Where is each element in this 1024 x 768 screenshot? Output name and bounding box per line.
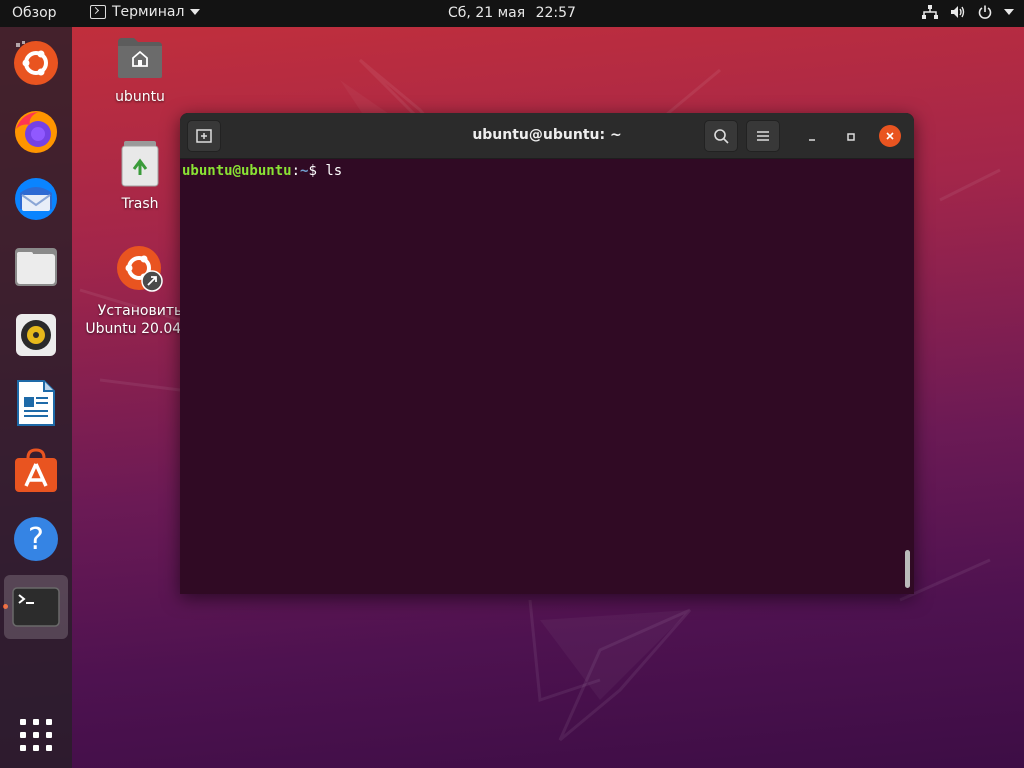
power-icon[interactable] [978,5,992,19]
hamburger-menu-icon [757,131,769,141]
maximize-button[interactable] [839,127,863,147]
terminal-scrollbar[interactable] [905,550,910,588]
svg-text:?: ? [28,522,44,557]
network-icon[interactable] [922,5,938,19]
terminal-command: ls [325,163,343,179]
system-tray[interactable] [922,5,1014,19]
dock-thunderbird[interactable] [8,171,64,227]
search-icon [714,129,729,144]
home-folder-icon [118,38,162,78]
close-button[interactable] [879,125,901,147]
prompt-symbol: $ [308,163,326,179]
dock-help[interactable]: ? [8,511,64,567]
menu-button[interactable] [746,120,780,152]
clock-time: 22:57 [535,5,576,21]
prompt-user: ubuntu@ubuntu [182,163,292,179]
terminal-line: ubuntu@ubuntu:~$ ls [182,163,912,179]
dock-firefox[interactable] [8,103,64,159]
thunderbird-icon [15,178,57,220]
dock-terminal[interactable] [4,575,68,639]
writer-icon [17,380,55,426]
dock: ? [0,27,72,768]
terminal-window[interactable]: ubuntu@ubuntu: ~ ubuntu@ubuntu:~$ ls [180,113,914,594]
dock-show-applications[interactable] [8,707,64,763]
terminal-icon [12,587,60,627]
home-folder-label: ubuntu [115,89,165,105]
rhythmbox-icon [16,314,56,356]
firefox-icon [15,111,57,153]
dock-rhythmbox[interactable] [8,307,64,363]
maximize-icon [847,133,855,141]
help-icon: ? [14,517,58,561]
ubuntu-install-icon [14,41,58,85]
terminal-titlebar[interactable]: ubuntu@ubuntu: ~ [180,113,914,159]
dock-libreoffice-writer[interactable] [8,375,64,431]
files-icon [15,248,57,286]
minimize-icon [809,139,815,141]
prompt-separator: : [291,163,301,179]
software-icon [15,448,57,492]
dock-software[interactable] [8,443,64,499]
top-bar: Обзор Терминал Сб, 21 мая 22:57 [0,0,1024,27]
clock-date: Сб, 21 мая [448,5,526,21]
grid-icon [20,719,52,751]
search-button[interactable] [704,120,738,152]
volume-icon[interactable] [950,5,966,19]
close-icon [886,132,894,140]
clock[interactable]: Сб, 21 мая 22:57 [0,5,1024,21]
trash-icon [121,141,159,187]
dock-ubuntu-installer[interactable] [8,35,64,91]
minimize-button[interactable] [800,127,824,147]
ubuntu-install-icon [117,246,163,292]
terminal-content[interactable]: ubuntu@ubuntu:~$ ls [180,159,914,594]
dock-files[interactable] [8,239,64,295]
chevron-down-icon [1004,9,1014,15]
desktop-home-folder[interactable]: ubuntu [80,36,200,106]
